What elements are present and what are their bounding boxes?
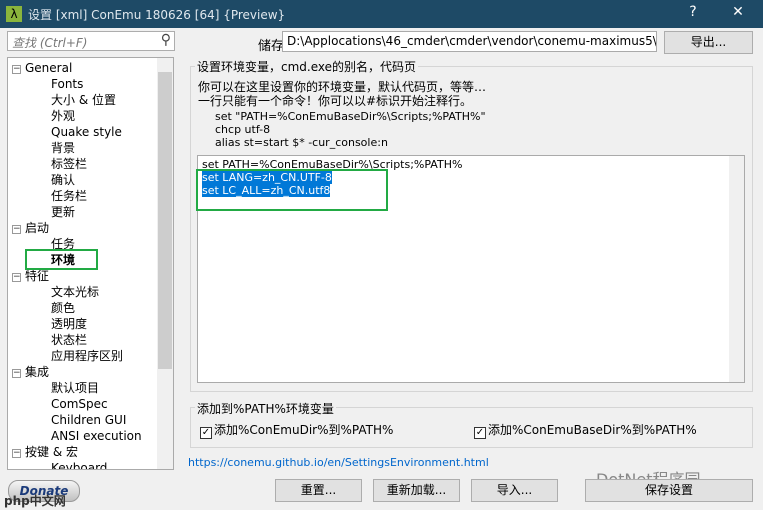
- tree-item[interactable]: 更新: [51, 204, 75, 220]
- add-conemudir-checkbox[interactable]: ✓ 添加%ConEmuDir%到%PATH%: [200, 421, 393, 439]
- tree-item-label: 状态栏: [51, 333, 88, 347]
- tree-item[interactable]: 颜色: [51, 300, 75, 316]
- highlight-box: [25, 249, 98, 270]
- tree-item-label: 应用程序区别: [51, 349, 124, 363]
- tree-item-label: 文本光标: [51, 285, 100, 299]
- tree-item[interactable]: − 特征: [12, 268, 49, 284]
- help-button[interactable]: ?: [683, 4, 703, 20]
- path-group-label: 添加到%PATH%环境变量: [195, 400, 336, 417]
- reset-button[interactable]: 重置...: [275, 479, 362, 502]
- tree-item[interactable]: Quake style: [51, 124, 122, 140]
- checkbox-check-icon: ✓: [200, 427, 212, 439]
- example-line: chcp utf-8: [215, 123, 271, 136]
- tree-item[interactable]: − 按键 & 宏: [12, 444, 78, 460]
- collapse-icon[interactable]: −: [12, 273, 21, 282]
- tree-item-label: 特征: [25, 269, 50, 283]
- tree-item-label: ANSI execution: [51, 429, 142, 443]
- checkbox-label: 添加%ConEmuDir%到%PATH%: [214, 423, 394, 437]
- tree-item-label: 外观: [51, 109, 76, 123]
- reload-button[interactable]: 重新加载...: [373, 479, 460, 502]
- tree-item-label: 确认: [51, 173, 76, 187]
- tree-item-label: Fonts: [51, 77, 84, 91]
- tree-item[interactable]: Children GUI: [51, 412, 126, 428]
- tree-item[interactable]: 应用程序区别: [51, 348, 123, 364]
- tree-item-label: Keyboard: [51, 461, 108, 470]
- tree-item[interactable]: 文本光标: [51, 284, 99, 300]
- tree-scrollbar-thumb[interactable]: [158, 72, 172, 369]
- checkbox-check-icon: ✓: [474, 427, 486, 439]
- import-button[interactable]: 导入...: [471, 479, 558, 502]
- highlight-box: [196, 169, 388, 211]
- tree-item[interactable]: Keyboard: [51, 460, 108, 470]
- search-placeholder: 查找 (Ctrl+F): [12, 36, 88, 50]
- tree-item-label: General: [25, 61, 73, 75]
- tree-item[interactable]: 状态栏: [51, 332, 87, 348]
- search-input[interactable]: 查找 (Ctrl+F) ⚲: [7, 31, 175, 51]
- tree-item[interactable]: 确认: [51, 172, 75, 188]
- php-watermark: php中文网: [4, 494, 66, 508]
- storage-path-field[interactable]: D:\Applocations\46_cmder\cmder\vendor\co…: [282, 31, 657, 52]
- tree-item-label: Children GUI: [51, 413, 127, 427]
- tree-item-label: 背景: [51, 141, 76, 155]
- search-icon: ⚲: [160, 32, 171, 48]
- tree-item[interactable]: 透明度: [51, 316, 87, 332]
- collapse-icon[interactable]: −: [12, 65, 21, 74]
- export-button[interactable]: 导出...: [664, 31, 753, 54]
- tree-item-label: 默认项目: [51, 381, 100, 395]
- tree-item-label: 任务栏: [51, 189, 88, 203]
- tree-item[interactable]: 默认项目: [51, 380, 99, 396]
- tree-item-label: 集成: [25, 365, 50, 379]
- tree-item[interactable]: ANSI execution: [51, 428, 142, 444]
- example-line: set "PATH=%ConEmuBaseDir%\Scripts;%PATH%…: [215, 110, 486, 123]
- collapse-icon[interactable]: −: [12, 369, 21, 378]
- tree-item[interactable]: Fonts: [51, 76, 83, 92]
- env-desc-2: 一行只能有一个命令！你可以以#标识开始注释行。: [198, 94, 473, 108]
- tree-item[interactable]: 大小 & 位置: [51, 92, 116, 108]
- tree-item[interactable]: 任务栏: [51, 188, 87, 204]
- tree-item[interactable]: − 启动: [12, 220, 49, 236]
- collapse-icon[interactable]: −: [12, 225, 21, 234]
- window-title: 设置 [xml] ConEmu 180626 [64] {Preview}: [28, 8, 286, 22]
- add-conemubasedir-checkbox[interactable]: ✓ 添加%ConEmuBaseDir%到%PATH%: [474, 421, 697, 439]
- env-group-label: 设置环境变量，cmd.exe的别名，代码页: [195, 58, 419, 75]
- collapse-icon[interactable]: −: [12, 449, 21, 458]
- save-settings-button[interactable]: 保存设置: [585, 479, 753, 502]
- tree-item-label: 按键 & 宏: [25, 445, 78, 459]
- help-link[interactable]: https://conemu.github.io/en/SettingsEnvi…: [188, 456, 489, 469]
- checkbox-label: 添加%ConEmuBaseDir%到%PATH%: [488, 423, 697, 437]
- tree-item[interactable]: 标签栏: [51, 156, 87, 172]
- tree-item-label: ComSpec: [51, 397, 108, 411]
- tree-item[interactable]: ComSpec: [51, 396, 108, 412]
- tree-item-label: 透明度: [51, 317, 88, 331]
- env-examples: set "PATH=%ConEmuBaseDir%\Scripts;%PATH%…: [215, 110, 486, 149]
- tree-item-label: Quake style: [51, 125, 122, 139]
- conemu-logo-icon: λ: [6, 6, 22, 22]
- tree-item-label: 启动: [25, 221, 50, 235]
- tree-item[interactable]: 外观: [51, 108, 75, 124]
- tree-item[interactable]: 背景: [51, 140, 75, 156]
- close-button[interactable]: ✕: [728, 4, 748, 20]
- tree-item[interactable]: − 集成: [12, 364, 49, 380]
- tree-item-label: 标签栏: [51, 157, 88, 171]
- textarea-scrollbar[interactable]: [729, 156, 744, 382]
- tree-item-label: 颜色: [51, 301, 76, 315]
- example-line: alias st=start $* -cur_console:n: [215, 136, 388, 149]
- tree-item[interactable]: − General: [12, 60, 72, 76]
- tree-item-label: 大小 & 位置: [51, 93, 116, 107]
- tree-item-label: 更新: [51, 205, 76, 219]
- title-bar: λ 设置 [xml] ConEmu 180626 [64] {Preview} …: [0, 0, 763, 28]
